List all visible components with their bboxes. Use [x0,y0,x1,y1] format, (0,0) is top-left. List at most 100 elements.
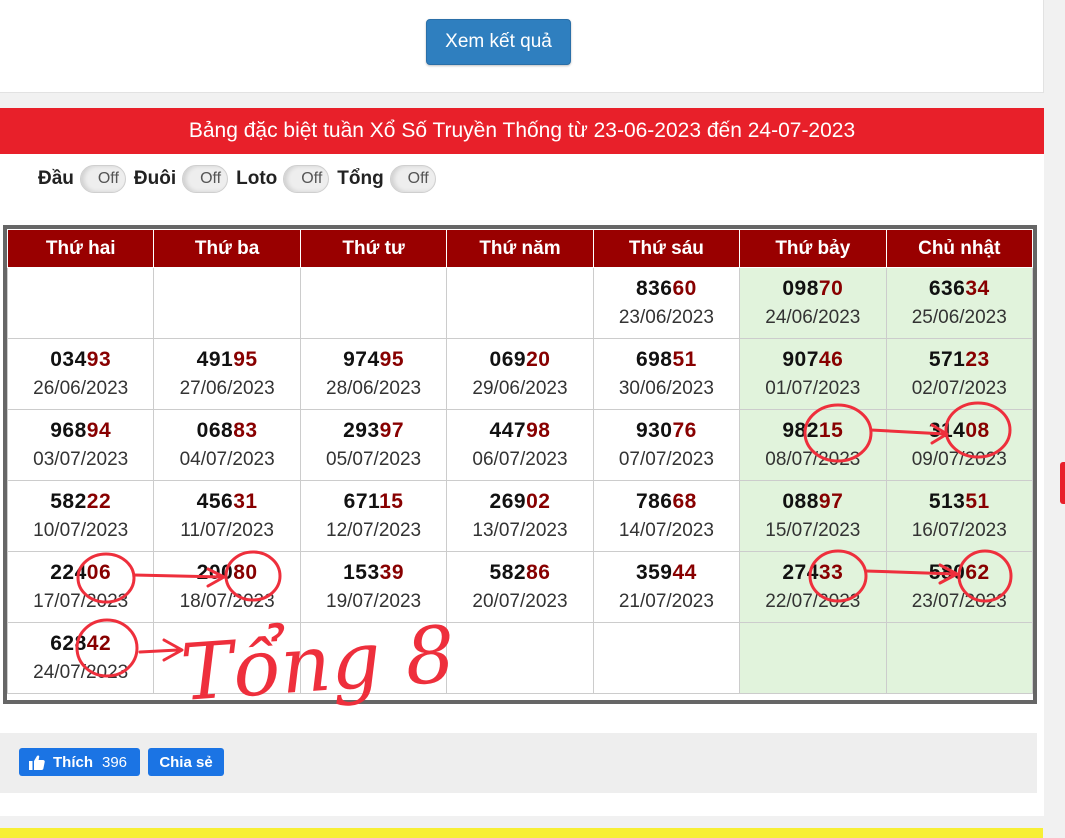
special-number: 83660 [594,274,739,303]
result-date: 06/07/2023 [472,449,568,470]
result-date: 13/07/2023 [472,520,568,541]
toggle-duoi[interactable]: Off [182,165,229,193]
result-cell: 62842 24/07/2023 [6,622,155,694]
number-head: 359 [635,561,673,584]
result-date: 02/07/2023 [911,378,1007,399]
special-number: 27433 [740,558,885,587]
number-head: 628 [50,632,87,655]
header-friday: Thứ sáu [592,229,741,268]
thumbs-up-icon [29,754,45,770]
result-date: 23/06/2023 [618,307,714,328]
result-cell [153,267,301,339]
result-cell: 22406 17/07/2023 [6,551,155,623]
view-results-button[interactable]: Xem kết quả [426,19,571,65]
special-number: 22406 [8,558,153,587]
result-cell: 90746 01/07/2023 [739,338,887,410]
number-tail: 42 [86,632,112,655]
results-table: Thứ hai Thứ ba Thứ tư Thứ năm Thứ sáu Th… [6,229,1034,694]
result-date: 26/06/2023 [33,378,129,399]
number-head: 224 [50,561,87,584]
number-head: 314 [928,419,966,442]
result-cell: 09870 24/06/2023 [739,267,887,339]
table-row: 83660 23/06/2023 09870 24/06/2023 63634 25/06… [6,267,1034,339]
number-head: 088 [782,490,819,513]
result-cell: 78668 14/07/2023 [592,480,741,552]
number-head: 786 [635,490,673,513]
special-number: 49195 [154,345,299,374]
number-tail: 97 [818,490,844,513]
result-date: 04/07/2023 [179,449,275,470]
result-date: 03/07/2023 [33,449,129,470]
number-tail: 76 [672,419,697,442]
filter-label-dau: Đầu [38,168,74,189]
number-tail: 31 [233,490,258,513]
result-date: 22/07/2023 [765,591,861,612]
like-count: 396 [102,753,128,771]
number-tail: 33 [818,561,844,584]
result-cell: 26902 13/07/2023 [446,480,594,552]
special-number: 63634 [887,274,1032,303]
result-cell: 58286 20/07/2023 [446,551,594,623]
special-number: 97495 [301,345,446,374]
result-date: 18/07/2023 [179,591,275,612]
result-cell [299,622,448,694]
toggle-loto[interactable]: Off [283,165,330,193]
number-tail: 86 [526,561,551,584]
toggle-tong[interactable]: Off [389,165,436,193]
results-table-frame: Thứ hai Thứ ba Thứ tư Thứ năm Thứ sáu Th… [3,225,1037,704]
special-number: 67115 [301,487,446,516]
special-number: 98215 [740,416,885,445]
number-tail: 06 [86,561,112,584]
result-cell [299,267,448,339]
result-cell: 31408 09/07/2023 [885,409,1034,481]
special-number: 93076 [594,416,739,445]
number-head: 513 [928,490,966,513]
number-tail: 34 [965,277,990,300]
number-head: 580 [928,561,966,584]
special-number: 69851 [594,345,739,374]
result-cell: 35944 21/07/2023 [592,551,741,623]
number-head: 836 [635,277,673,300]
table-row: 62842 24/07/2023 [6,622,1034,694]
number-head: 098 [782,277,819,300]
top-panel: Xem kết quả [0,0,1044,93]
number-head: 671 [343,490,380,513]
header-tuesday: Thứ ba [153,229,301,268]
number-head: 582 [489,561,527,584]
result-cell: 06883 04/07/2023 [153,409,301,481]
header-thursday: Thứ năm [446,229,594,268]
toggle-dau[interactable]: Off [79,165,126,193]
special-number: 96894 [8,416,153,445]
side-floating-tab[interactable] [1060,462,1065,504]
result-cell: 98215 08/07/2023 [739,409,887,481]
special-number: 31408 [887,416,1032,445]
special-number: 09870 [740,274,885,303]
special-number: 35944 [594,558,739,587]
number-tail: 15 [379,490,404,513]
result-cell: 45631 11/07/2023 [153,480,301,552]
facebook-like-button[interactable]: Thích 396 [19,748,140,776]
result-cell [153,622,301,694]
number-tail: 20 [526,348,551,371]
result-cell: 20080 18/07/2023 [153,551,301,623]
number-tail: 51 [965,490,990,513]
result-date: 30/06/2023 [618,378,714,399]
special-number: 58222 [8,487,153,516]
like-label: Thích [53,753,93,771]
number-head: 571 [928,348,966,371]
special-number: 20080 [154,558,299,587]
result-cell: 29397 05/07/2023 [299,409,448,481]
number-tail: 46 [818,348,844,371]
number-tail: 44 [672,561,697,584]
result-cell: 44798 06/07/2023 [446,409,594,481]
number-head: 698 [635,348,673,371]
table-row: 96894 03/07/2023 06883 04/07/2023 29397 05/07… [6,409,1034,481]
result-date: 20/07/2023 [472,591,568,612]
result-date: 09/07/2023 [911,449,1007,470]
result-cell: 63634 25/06/2023 [885,267,1034,339]
special-number: 29397 [301,416,446,445]
result-date: 08/07/2023 [765,449,861,470]
result-cell: 67115 12/07/2023 [299,480,448,552]
facebook-share-button[interactable]: Chia sẻ [148,748,224,776]
number-tail: 39 [379,561,404,584]
